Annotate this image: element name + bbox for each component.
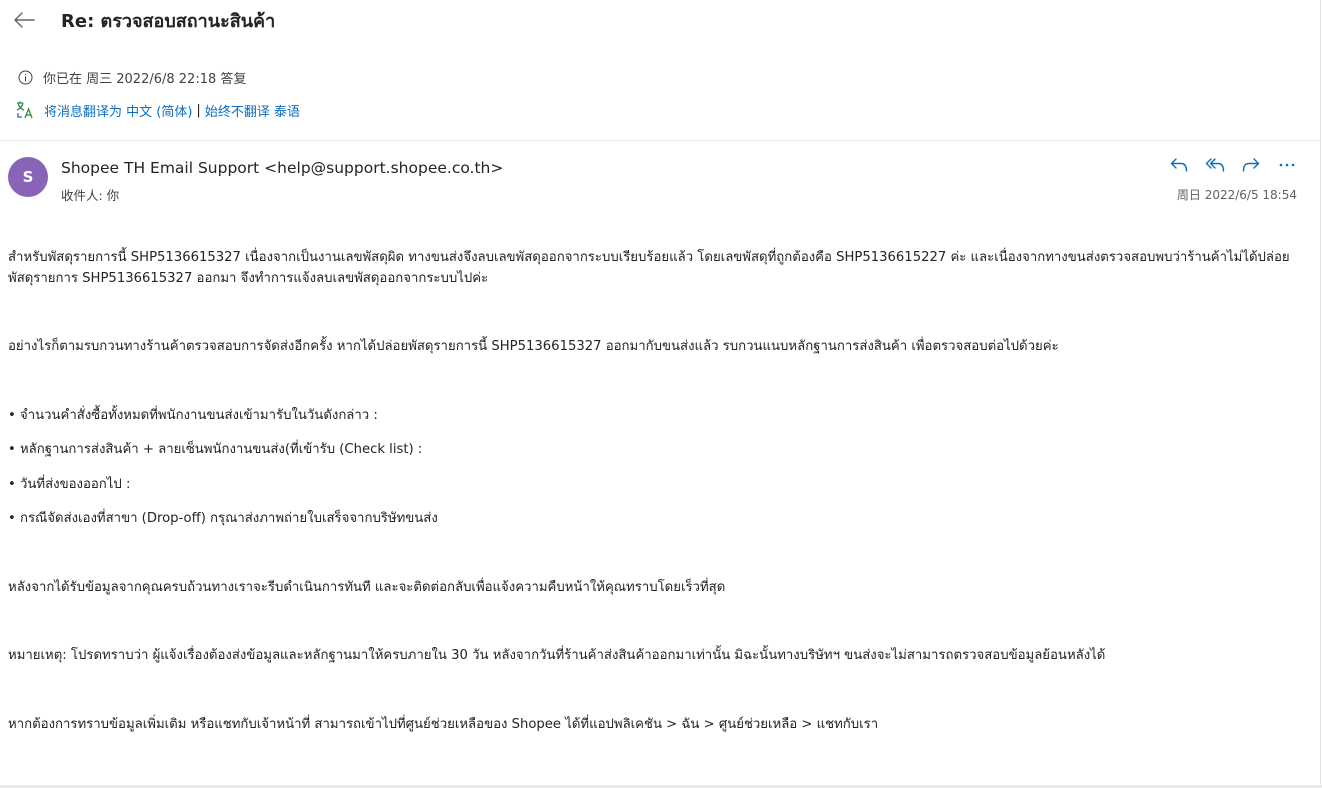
body-paragraph-1: สำหรับพัสดุรายการนี้ SHP5136615327 เนื่อ… xyxy=(8,250,1290,286)
more-actions-button[interactable] xyxy=(1275,153,1299,177)
translate-bar: 将消息翻译为 中文 (简体) | 始终不翻译 泰语 xyxy=(15,100,300,120)
bullet-item-3: • วันที่ส่งของออกไป : xyxy=(8,476,131,492)
header-divider xyxy=(0,140,1320,141)
reply-info-banner: 你已在 周三 2022/6/8 22:18 答复 xyxy=(17,68,246,87)
separator: | xyxy=(196,102,201,118)
pane-border xyxy=(1320,0,1321,788)
info-icon xyxy=(17,70,33,86)
forward-button[interactable] xyxy=(1239,153,1263,177)
bullet-item-2: • หลักฐานการส่งสินค้า + ลายเซ็นพนักงานขน… xyxy=(8,442,423,457)
body-paragraph-5: หากต้องการทราบข้อมูลเพิ่มเติม หรือแชทกับ… xyxy=(8,716,879,732)
reply-icon xyxy=(1170,158,1188,172)
body-paragraph-4: หมายเหตุ: โปรดทราบว่า ผู้แจ้งเรื่องต้องส… xyxy=(8,648,1106,663)
reply-button[interactable] xyxy=(1167,153,1191,177)
bullet-item-1: • จำนวนคำสั่งซื้อทั้งหมดที่พนักงานขนส่งเ… xyxy=(8,407,378,423)
email-body: สำหรับพัสดุรายการนี้ SHP5136615327 เนื่อ… xyxy=(8,248,1312,735)
replied-text: 你已在 周三 2022/6/8 22:18 答复 xyxy=(43,72,247,87)
message-date: 周日 2022/6/5 18:54 xyxy=(1176,188,1297,202)
forward-icon xyxy=(1242,158,1260,172)
body-paragraph-3: หลังจากได้รับข้อมูลจากคุณครบถ้วนทางเราจะ… xyxy=(8,579,726,595)
reply-all-icon xyxy=(1205,158,1225,172)
never-translate-link[interactable]: 始终不翻译 泰语 xyxy=(205,101,300,120)
email-subject: Re: ตรวจสอบสถานะสินค้า xyxy=(61,11,276,32)
body-paragraph-2: อย่างไรก็ตามรบกวนทางร้านค้าตรวจสอบการจัด… xyxy=(8,339,1059,354)
translate-icon xyxy=(15,100,35,120)
recipient-line: 收件人: 你 xyxy=(61,188,120,203)
more-icon xyxy=(1279,163,1295,167)
sender-name[interactable]: Shopee TH Email Support <help@support.sh… xyxy=(61,159,503,177)
back-arrow-icon xyxy=(14,12,35,28)
translate-message-link[interactable]: 将消息翻译为 中文 (简体) xyxy=(44,101,192,120)
reading-pane-header: Re: ตรวจสอบสถานะสินค้า xyxy=(0,0,1320,40)
back-button[interactable] xyxy=(10,6,38,34)
avatar[interactable]: S xyxy=(8,157,48,197)
message-actions xyxy=(1167,153,1299,177)
bullet-item-4: • กรณีจัดส่งเองที่สาขา (Drop-off) กรุณาส… xyxy=(8,511,438,526)
reply-all-button[interactable] xyxy=(1203,153,1227,177)
